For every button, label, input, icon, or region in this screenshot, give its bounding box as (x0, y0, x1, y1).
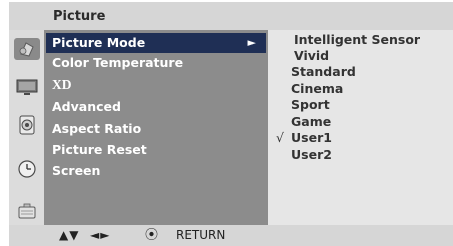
menu-item-xd[interactable]: XD (46, 75, 266, 95)
picture-icon[interactable] (14, 38, 40, 60)
submenu-arrow-icon: ► (247, 36, 256, 49)
option-label: Sport (291, 97, 330, 112)
option-icon[interactable] (14, 200, 40, 222)
menu-item-label: Picture Reset (52, 142, 147, 157)
page-title: Picture (53, 9, 106, 24)
xd-logo: XD (52, 77, 72, 92)
option-label: User1 (291, 130, 332, 145)
option-label: Standard (291, 64, 356, 79)
return-hint-label: RETURN (176, 228, 226, 242)
menu-item-label: Color Temperature (52, 55, 184, 70)
option-user2[interactable]: User2 (268, 146, 453, 164)
left-right-arrows-icon: ◄► (90, 228, 111, 242)
menu-item-label: Picture Mode (52, 35, 146, 50)
menu-item-label: Aspect Ratio (52, 121, 142, 136)
header-bar: Picture (9, 2, 453, 30)
tv-screen-icon[interactable] (14, 76, 40, 98)
checkmark-icon: √ (276, 130, 284, 145)
category-icon-bar (9, 30, 44, 225)
tv-osd-menu: Picture Picture Mode ► Color Temperature… (0, 0, 453, 246)
option-sport[interactable]: Sport (268, 96, 453, 114)
menu-item-label: Screen (52, 163, 101, 178)
menu-item-label: Advanced (52, 99, 121, 114)
option-label: User2 (291, 147, 332, 162)
menu-item-advanced[interactable]: Advanced (46, 97, 266, 117)
footer-hint-bar: ▲▼ ◄► ⦿ RETURN (9, 225, 453, 246)
up-down-arrows-icon: ▲▼ (59, 228, 80, 242)
menu-item-aspect-ratio[interactable]: Aspect Ratio (46, 119, 266, 139)
clock-icon[interactable] (14, 158, 40, 180)
picture-mode-options: Intelligent Sensor Vivid Standard Cinema… (268, 30, 453, 225)
audio-speaker-icon[interactable] (14, 114, 40, 136)
menu-item-picture-reset[interactable]: Picture Reset (46, 140, 266, 160)
ok-button-icon: ⦿ (145, 228, 159, 243)
menu-item-color-temperature[interactable]: Color Temperature (46, 53, 266, 73)
option-user1[interactable]: √ User1 (268, 129, 453, 147)
menu-item-picture-mode[interactable]: Picture Mode ► (46, 33, 266, 53)
picture-menu-list: Picture Mode ► Color Temperature XD Adva… (44, 30, 268, 225)
option-standard[interactable]: Standard (268, 63, 453, 81)
menu-item-screen[interactable]: Screen (46, 161, 266, 181)
